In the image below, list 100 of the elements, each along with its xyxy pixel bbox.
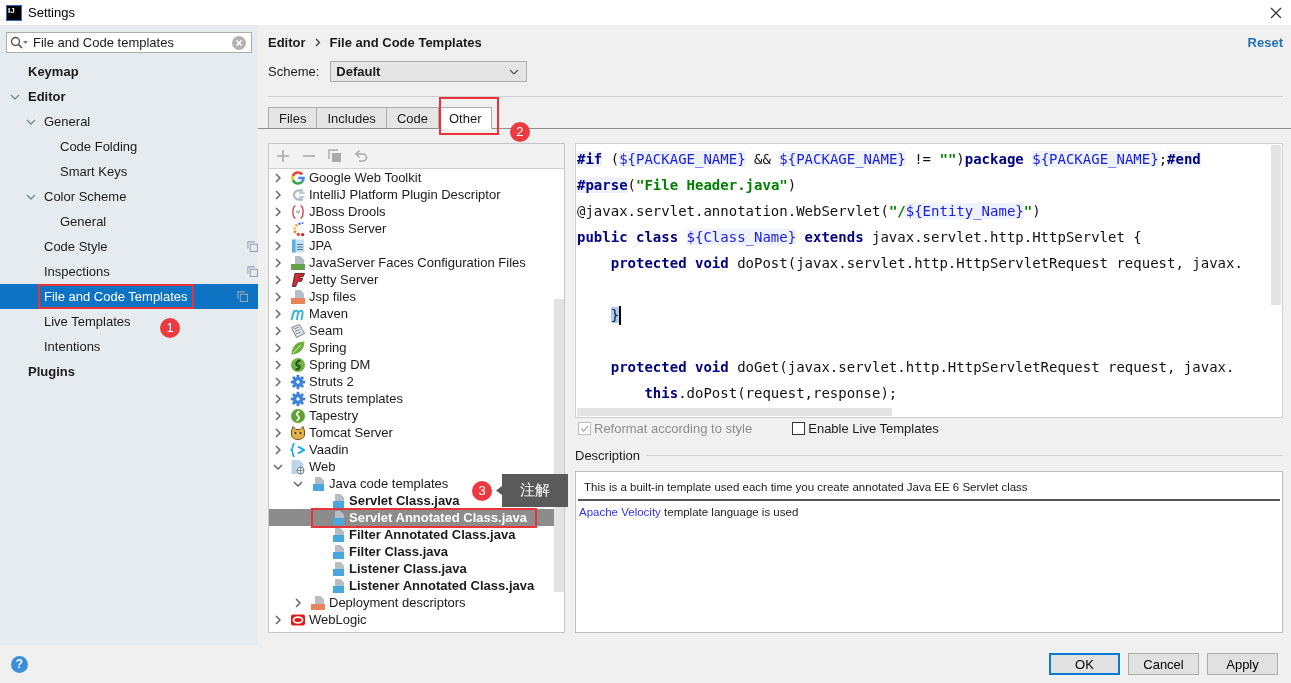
app-logo: IJ — [6, 4, 22, 21]
search-icon — [10, 36, 28, 49]
chevron-down-icon[interactable] — [26, 118, 36, 125]
close-icon[interactable] — [1270, 6, 1282, 19]
chevron-right-icon[interactable] — [275, 410, 281, 421]
horizontal-scrollbar[interactable] — [577, 408, 892, 416]
dialog-button[interactable]: OK — [1049, 653, 1120, 675]
link[interactable]: Apache Velocity — [579, 506, 661, 518]
tree-item[interactable]: Struts 2 — [272, 373, 354, 390]
vertical-scrollbar[interactable] — [1271, 145, 1281, 305]
tab[interactable]: Code — [385, 107, 439, 128]
window-title: Settings — [28, 5, 75, 20]
chevron-right-icon[interactable] — [275, 376, 281, 387]
tree-item[interactable]: Jsp files — [272, 288, 356, 305]
chevron-right-icon[interactable] — [275, 172, 281, 183]
chevron-down-icon[interactable] — [293, 480, 303, 487]
sidebar-item[interactable]: General — [24, 109, 91, 134]
tree-item[interactable]: Seam — [272, 322, 343, 339]
ring-logo-icon — [290, 169, 306, 186]
chevron-right-icon[interactable] — [275, 257, 281, 268]
brackets-icon — [290, 203, 306, 220]
tree-item[interactable]: Vaadin — [272, 441, 349, 458]
sidebar-item[interactable]: Intentions — [24, 334, 101, 359]
annotation-tooltip: 注解 — [496, 474, 568, 507]
tree-item[interactable]: Spring — [272, 339, 347, 356]
reset-link[interactable]: Reset — [1247, 35, 1283, 50]
code-editor[interactable] — [575, 143, 1283, 418]
tree-item[interactable]: JavaServer Faces Configuration Files — [272, 254, 526, 271]
tree-item[interactable]: Listener Annotated Class.java — [312, 577, 535, 594]
checkbox-label[interactable]: Enable Live Templates — [808, 420, 939, 436]
sidebar-item[interactable]: Code Style — [24, 234, 258, 259]
sidebar-item[interactable]: Editor — [8, 84, 66, 109]
chevron-right-icon — [314, 38, 321, 47]
breadcrumb-item: Editor — [268, 35, 306, 50]
sidebar-item[interactable]: Inspections — [24, 259, 258, 284]
tab[interactable]: Includes — [316, 107, 387, 128]
tree-item[interactable]: IntelliJ Platform Plugin Descriptor — [272, 186, 501, 203]
chevron-right-icon[interactable] — [275, 393, 281, 404]
pages-icon — [290, 322, 306, 339]
dialog-button[interactable]: Apply — [1207, 653, 1278, 675]
chevron-right-icon[interactable] — [275, 240, 281, 251]
tree-item[interactable]: WebLogic — [272, 611, 367, 628]
annotation-frame — [438, 97, 500, 135]
sidebar-item[interactable]: General — [40, 209, 107, 234]
file-tag-icon — [310, 594, 326, 611]
document-icon — [290, 237, 306, 254]
tree-item[interactable]: Web — [272, 458, 336, 475]
tree-item[interactable]: Spring DM — [272, 356, 371, 373]
tree-item[interactable]: Tomcat Server — [272, 424, 393, 441]
chevron-right-icon[interactable] — [275, 614, 281, 625]
tree-item[interactable]: Maven — [272, 305, 349, 322]
tree-item[interactable]: Filter Class.java — [312, 543, 448, 560]
tree-item[interactable]: Servlet Class.java — [312, 492, 460, 509]
sidebar-item[interactable]: Color Scheme — [24, 184, 127, 209]
chevron-right-icon[interactable] — [295, 597, 301, 608]
chevron-right-icon[interactable] — [275, 274, 281, 285]
tree-item[interactable]: Filter Annotated Class.java — [312, 526, 516, 543]
code-line: #parse("File Header.java") — [577, 177, 797, 193]
scheme-dropdown[interactable]: Default — [330, 61, 528, 82]
chevron-right-icon[interactable] — [275, 189, 281, 200]
sidebar-item[interactable]: Plugins — [8, 359, 75, 384]
tree-item[interactable]: JBoss Drools — [272, 203, 386, 220]
tree-item[interactable]: Deployment descriptors — [292, 594, 466, 611]
file-icon — [330, 577, 346, 594]
chevron-right-icon[interactable] — [275, 359, 281, 370]
tree-item[interactable]: Java code templates — [292, 475, 449, 492]
sidebar-item[interactable]: Keymap — [8, 59, 79, 84]
tree-item[interactable]: JBoss Server — [272, 220, 387, 237]
chevron-right-icon[interactable] — [275, 325, 281, 336]
chevron-down-icon[interactable] — [273, 463, 283, 470]
checkbox[interactable] — [792, 421, 806, 435]
chevron-right-icon[interactable] — [275, 427, 281, 438]
sidebar-item[interactable]: Smart Keys — [40, 159, 128, 184]
chevron-right-icon[interactable] — [275, 206, 281, 217]
tree-item[interactable]: Jetty Server — [272, 271, 379, 288]
chevron-right-icon[interactable] — [275, 444, 281, 455]
tree-item[interactable]: Google Web Toolkit — [272, 169, 422, 186]
search-field[interactable]: File and Code templates — [6, 32, 252, 53]
breadcrumb-item: File and Code Templates — [329, 35, 482, 50]
chevron-down-icon[interactable] — [10, 93, 20, 100]
leaf-icon — [290, 339, 306, 356]
chevron-down-icon[interactable] — [26, 193, 36, 200]
sidebar-item[interactable]: Live Templates — [24, 309, 131, 334]
chevron-right-icon[interactable] — [275, 291, 281, 302]
chevron-right-icon[interactable] — [275, 342, 281, 353]
annotation-badge: 2 — [509, 122, 530, 142]
vertical-scrollbar[interactable] — [554, 299, 564, 592]
code-line: protected void doPost(javax.servlet.http.HttpServletRequest request, javax. — [610, 255, 1243, 271]
tree-item[interactable]: Listener Class.java — [312, 560, 467, 577]
chevron-right-icon[interactable] — [275, 223, 281, 234]
file-icon — [330, 526, 346, 543]
sidebar-item[interactable]: Code Folding — [40, 134, 138, 159]
tree-item[interactable]: JPA — [272, 237, 332, 254]
file-icon — [330, 509, 346, 526]
dialog-button[interactable]: Cancel — [1128, 653, 1199, 675]
tree-item[interactable]: Struts templates — [272, 390, 403, 407]
tab[interactable]: Files — [268, 107, 318, 128]
chevron-right-icon[interactable] — [275, 308, 281, 319]
tree-item[interactable]: Tapestry — [272, 407, 359, 424]
tab[interactable]: Other — [437, 107, 493, 129]
